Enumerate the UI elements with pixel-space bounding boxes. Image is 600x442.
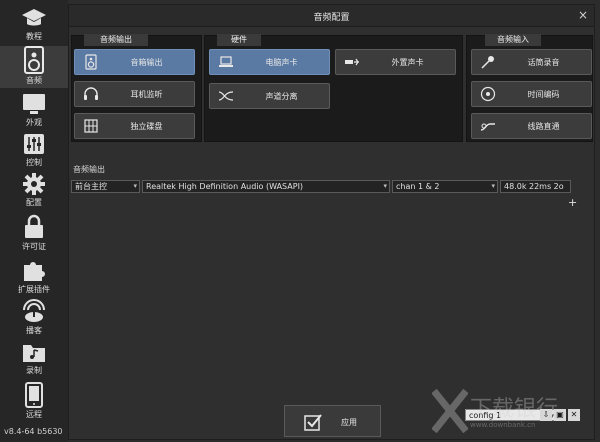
podcast-icon — [23, 299, 45, 322]
sidebar-item-label: 远程 — [26, 410, 42, 419]
button-label: 耳机监听 — [130, 90, 163, 99]
device-select[interactable]: Realtek High Definition Audio (WASAPI) ▾ — [142, 180, 390, 193]
pc-soundcard-button[interactable]: 电脑声卡 — [209, 49, 330, 75]
line-passthrough-button[interactable]: 线路直通 — [471, 113, 592, 139]
sidebar-item-appearance[interactable]: 外观 — [0, 92, 68, 130]
sidebar-item-record[interactable]: 录制 — [0, 342, 68, 380]
tablet-icon — [25, 382, 43, 408]
sidebar-item-label: 控制 — [26, 158, 42, 167]
sidebar-item-control[interactable]: 控制 — [0, 132, 68, 170]
chevron-down-icon: ▾ — [491, 182, 495, 190]
lock-icon — [25, 214, 43, 238]
sidebar: 教程 音频 外观 控制 配置 许可证 扩展插件 播客 录制 远程 v8.4-64… — [0, 0, 68, 442]
apply-label: 应用 — [341, 418, 357, 427]
apply-button[interactable]: 应用 — [284, 405, 381, 437]
sidebar-item-label: 扩展插件 — [18, 285, 50, 294]
sidebar-item-label: 教程 — [26, 32, 42, 41]
timecode-button[interactable]: 时间编码 — [471, 81, 592, 107]
watermark-url: www.downbank.cn — [470, 421, 536, 429]
sidebar-item-license[interactable]: 许可证 — [0, 214, 68, 254]
speaker-output-button[interactable]: 音箱输出 — [74, 49, 195, 75]
chevron-down-icon: ▾ — [133, 182, 137, 190]
sidebar-item-plugins[interactable]: 扩展插件 — [0, 257, 68, 297]
external-soundcard-button[interactable]: 外置声卡 — [335, 49, 456, 75]
watermark-title: 下载银行 — [470, 397, 559, 422]
usb-icon — [345, 58, 359, 66]
checkbox-icon — [304, 414, 322, 431]
laptop-icon — [219, 56, 233, 67]
cable-split-icon — [218, 91, 234, 101]
add-output-button[interactable]: + — [568, 196, 577, 209]
monitor-icon — [23, 94, 45, 114]
button-label: 电脑声卡 — [265, 58, 298, 67]
chevron-down-icon: ▾ — [383, 182, 387, 190]
speaker-icon — [85, 54, 97, 70]
folder-music-icon — [23, 345, 45, 362]
watermark-logo-icon — [432, 389, 468, 433]
audio-config-window: 音频配置 × 音频输出 音箱输出 耳机监听 独立碟盘 硬件 电脑声卡 外置声卡 — [68, 4, 595, 440]
sidebar-item-podcast[interactable]: 播客 — [0, 298, 68, 338]
sidebar-item-label: 外观 — [26, 118, 42, 127]
headphones-icon — [84, 87, 98, 100]
microphone-icon — [481, 56, 494, 69]
sidebar-item-label: 播客 — [26, 326, 42, 335]
window-title: 音频配置 — [313, 13, 350, 23]
channel-split-button[interactable]: 声道分离 — [209, 83, 330, 109]
latency-field[interactable]: 48.0k 22ms 2o — [500, 180, 571, 193]
button-label: 独立碟盘 — [130, 122, 163, 131]
standalone-deck-button[interactable]: 独立碟盘 — [74, 113, 195, 139]
audio-output-panel: 音频输出 音箱输出 耳机监听 独立碟盘 — [71, 34, 202, 142]
button-label: 时间编码 — [527, 90, 560, 99]
watermark: 下载银行 www.downbank.cn — [430, 385, 590, 437]
close-button[interactable]: × — [578, 8, 588, 22]
gear-icon — [23, 173, 45, 195]
button-label: 线路直通 — [527, 122, 560, 131]
sliders-icon — [24, 134, 44, 154]
keypad-icon — [84, 119, 98, 133]
sidebar-item-tutorial[interactable]: 教程 — [0, 6, 68, 44]
speaker-icon — [24, 46, 44, 74]
select-value: chan 1 & 2 — [396, 182, 440, 191]
panel-title: 音频输入 — [485, 34, 541, 46]
sidebar-item-audio[interactable]: 音频 — [0, 46, 68, 88]
select-value: Realtek High Definition Audio (WASAPI) — [146, 182, 304, 191]
button-label: 音箱输出 — [130, 58, 163, 67]
sidebar-item-label: 录制 — [26, 366, 42, 375]
sidebar-item-remote[interactable]: 远程 — [0, 382, 68, 422]
sidebar-item-label: 音频 — [26, 76, 42, 85]
channel-select[interactable]: 前台主控 ▾ — [71, 180, 140, 193]
puzzle-icon — [24, 262, 45, 281]
cable-icon — [480, 123, 495, 131]
button-label: 话筒录音 — [527, 58, 560, 67]
hardware-panel: 硬件 电脑声卡 外置声卡 声道分离 — [204, 34, 463, 142]
sidebar-item-label: 许可证 — [22, 242, 46, 251]
headphone-monitor-button[interactable]: 耳机监听 — [74, 81, 195, 107]
title-bar: 音频配置 × — [69, 5, 594, 27]
button-label: 外置声卡 — [391, 58, 424, 67]
panel-title: 硬件 — [217, 34, 261, 46]
graduation-cap-icon — [22, 9, 46, 26]
vinyl-icon — [480, 86, 496, 102]
select-value: 前台主控 — [75, 182, 107, 191]
microphone-record-button[interactable]: 话筒录音 — [471, 49, 592, 75]
latency-value: 48.0k 22ms 2o — [504, 182, 564, 191]
audio-output-label: 音频输出 — [73, 165, 105, 174]
button-label: 声道分离 — [265, 92, 298, 101]
panel-title: 音频输出 — [84, 34, 148, 46]
sidebar-item-label: 配置 — [26, 198, 42, 207]
sidebar-item-config[interactable]: 配置 — [0, 172, 68, 210]
version-label: v8.4-64 b5630 — [4, 427, 63, 436]
channel-pair-select[interactable]: chan 1 & 2 ▾ — [392, 180, 498, 193]
audio-input-panel: 音频输入 话筒录音 时间编码 线路直通 — [466, 34, 593, 142]
